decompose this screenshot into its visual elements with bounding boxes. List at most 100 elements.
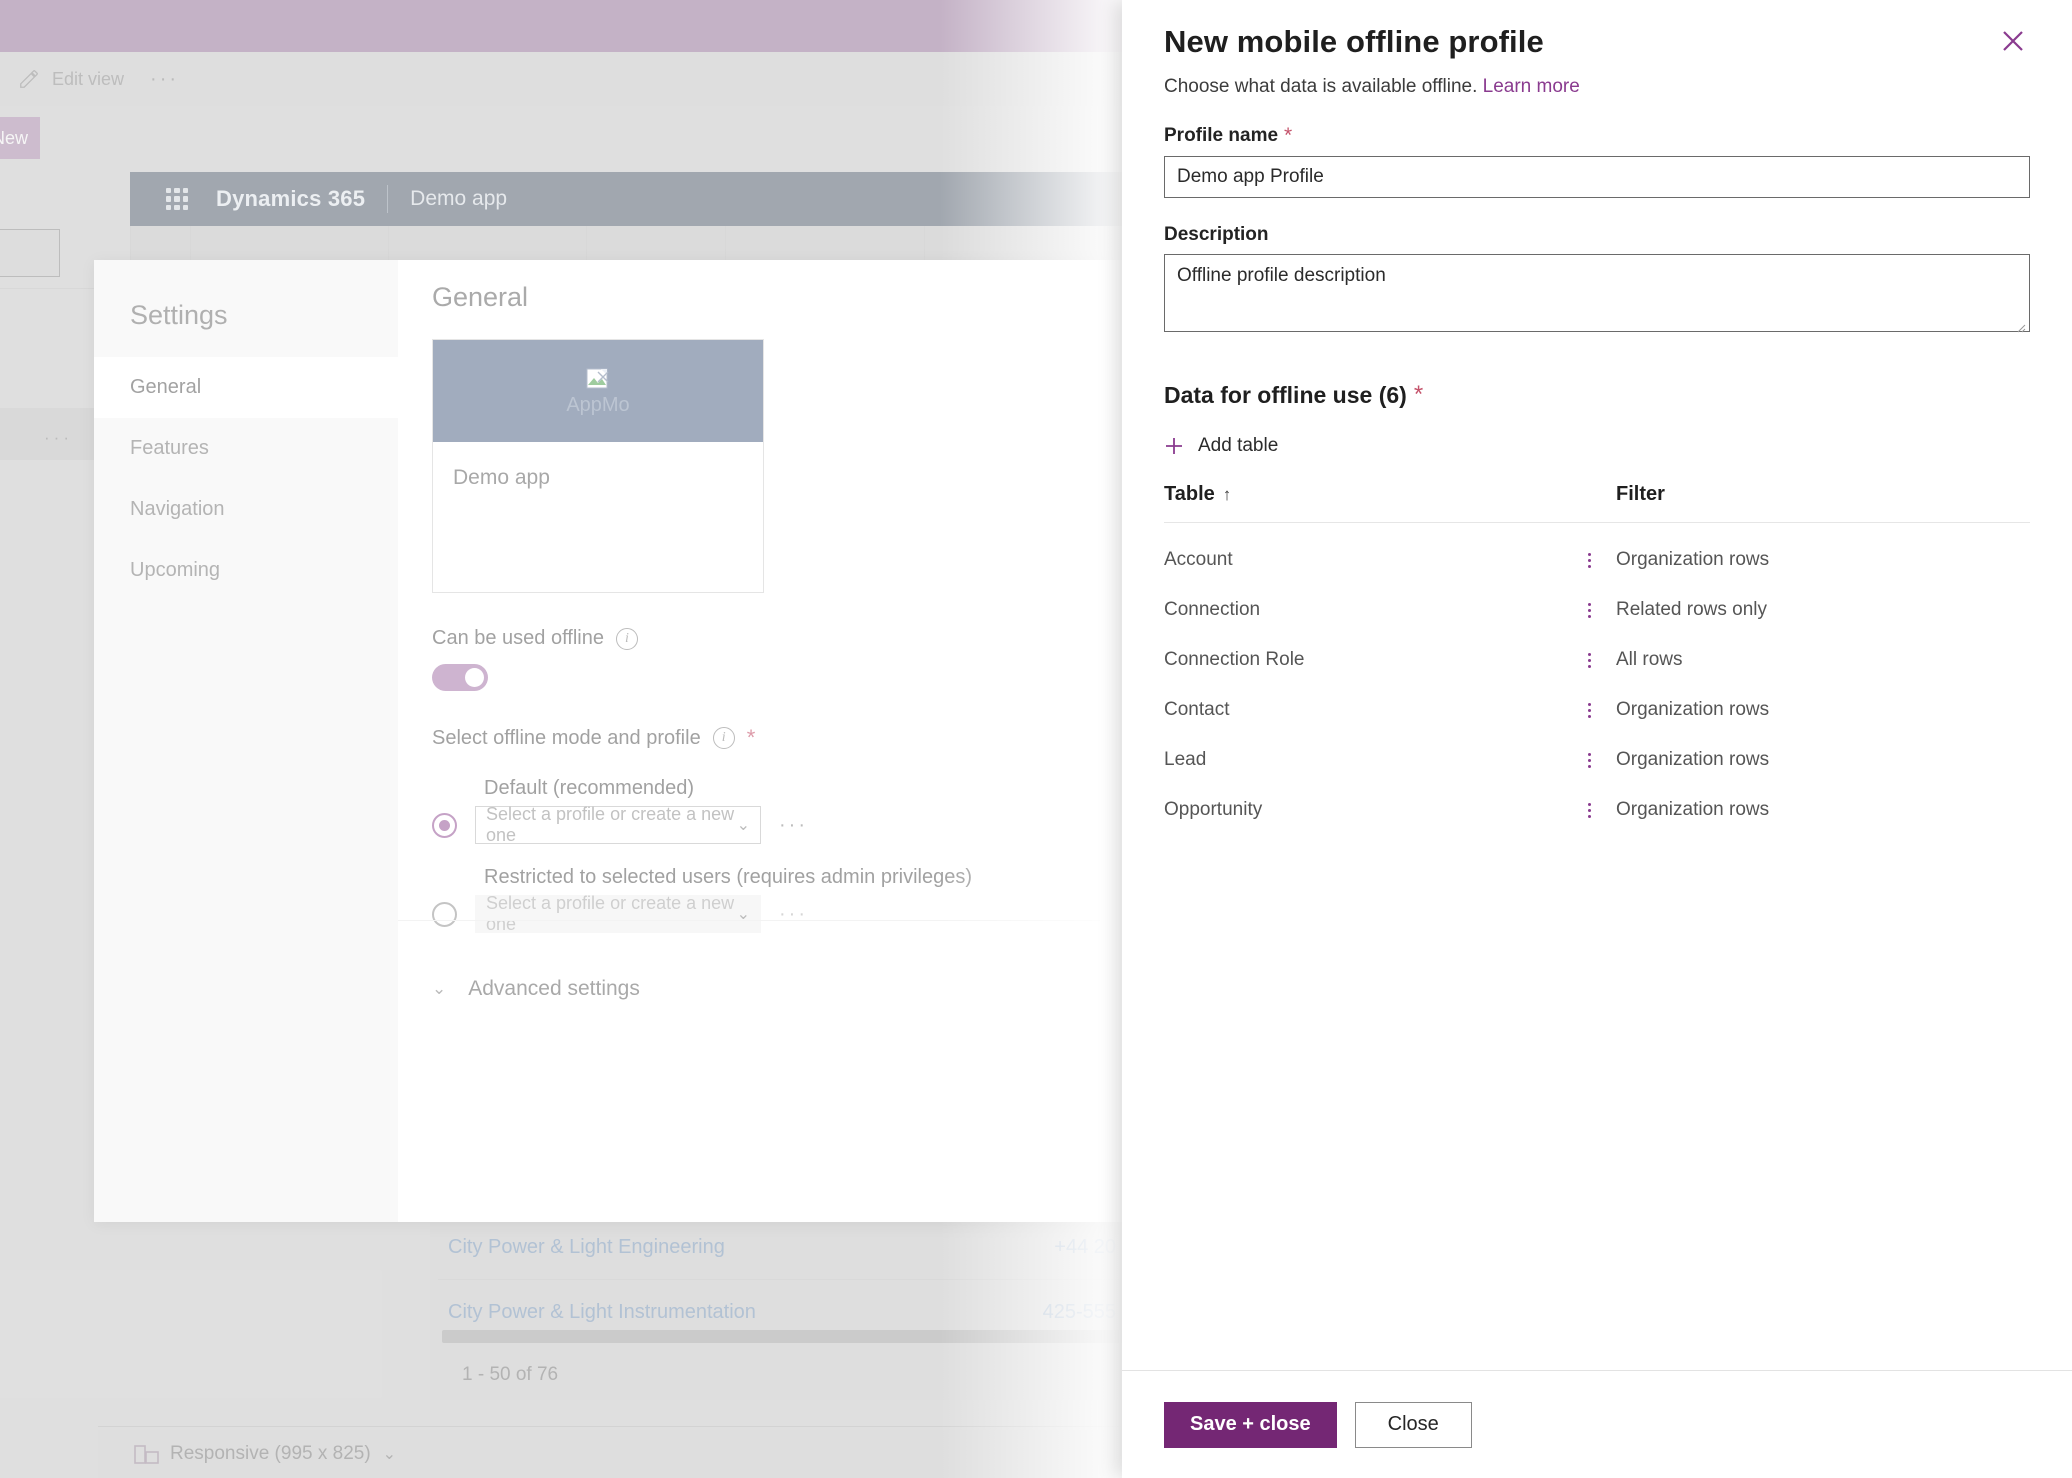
radio-default[interactable] — [432, 812, 457, 838]
table-header-row: Table ↑ Filter — [1164, 483, 2030, 523]
app-image-alt-text: AppMo — [566, 393, 630, 416]
app-preview-card: AppMo Demo app — [432, 339, 764, 593]
cell-table-name: Lead — [1164, 749, 1207, 770]
row-menu-icon[interactable] — [1562, 552, 1616, 568]
table-row[interactable]: Contact Organization rows — [1164, 685, 2030, 735]
info-icon[interactable]: i — [615, 627, 638, 650]
radio-option-restricted-label: Restricted to selected users (requires a… — [484, 866, 972, 888]
profile-name-label-text: Profile name — [1164, 125, 1279, 146]
offline-data-table: Table ↑ Filter Account Organization rows… — [1164, 483, 2030, 835]
cell-filter: Organization rows — [1616, 699, 1770, 720]
settings-sidebar: Settings General Features Navigation Upc… — [94, 260, 398, 1222]
row-menu-icon[interactable] — [1562, 652, 1616, 668]
table-row[interactable]: Opportunity Organization rows — [1164, 785, 2030, 835]
responsive-size-label[interactable]: Responsive (995 x 825) — [170, 1443, 371, 1465]
sidebar-item-features[interactable]: Features — [94, 418, 398, 479]
profile-combo-restricted-placeholder: Select a profile or create a new one — [486, 893, 735, 934]
column-header-table[interactable]: Table ↑ — [1164, 483, 1616, 506]
advanced-settings-toggle[interactable]: ⌄ Advanced settings — [432, 977, 1130, 1001]
account-phone: 425-555 — [1042, 1300, 1116, 1323]
settings-dialog-title: Settings — [130, 300, 228, 330]
cell-table-name: Connection — [1164, 599, 1261, 620]
close-icon[interactable] — [1996, 24, 2030, 58]
chevron-down-icon: ⌄ — [736, 817, 750, 834]
profile-combo-restricted: Select a profile or create a new one ⌄ — [475, 893, 761, 934]
cell-filter: Organization rows — [1616, 799, 1770, 820]
sort-ascending-icon: ↑ — [1222, 484, 1232, 504]
command-overflow-icon[interactable]: ··· — [150, 68, 179, 91]
new-record-button[interactable]: New — [0, 117, 40, 159]
sidebar-item-navigation[interactable]: Navigation — [94, 479, 398, 540]
table-row[interactable]: Account Organization rows — [1164, 535, 2030, 585]
data-section-title-text: Data for offline use (6) — [1164, 381, 1407, 408]
panel-title: New mobile offline profile — [1164, 24, 1544, 59]
required-marker: * — [1413, 381, 1424, 408]
sidebar-item-upcoming[interactable]: Upcoming — [94, 540, 398, 601]
advanced-settings-divider — [398, 920, 1100, 921]
row-menu-icon[interactable] — [1562, 752, 1616, 768]
cell-filter: Related rows only — [1616, 599, 1768, 620]
waffle-icon[interactable] — [166, 188, 188, 210]
chevron-down-icon[interactable]: ⌄ — [383, 1444, 396, 1464]
profile-restricted-overflow-icon: ··· — [779, 902, 808, 925]
description-label-text: Description — [1164, 224, 1269, 245]
grid-horizontal-scrollbar[interactable] — [442, 1330, 1132, 1343]
table-row[interactable]: Connection Role All rows — [1164, 635, 2030, 685]
table-row[interactable]: Connection Related rows only — [1164, 585, 2030, 635]
radio-restricted[interactable] — [432, 901, 457, 927]
profile-name-label: Profile name * — [1164, 124, 2030, 148]
save-and-close-button[interactable]: Save + close — [1164, 1401, 1337, 1448]
cell-table-name: Account — [1164, 549, 1233, 570]
can-be-used-offline-label: Can be used offline — [432, 627, 604, 649]
chevron-down-icon: ⌄ — [736, 906, 750, 923]
responsive-layout-icon — [134, 1444, 159, 1464]
sidebar-item-general[interactable]: General — [94, 357, 398, 418]
info-icon[interactable]: i — [712, 727, 735, 749]
sidebar-item-label: General — [130, 376, 202, 398]
table-row[interactable]: Lead Organization rows — [1164, 735, 2030, 785]
dynamics-app-header: Dynamics 365 Demo app — [130, 172, 1122, 226]
app-card-body: Demo app — [433, 442, 763, 592]
status-bar-divider — [98, 1426, 1122, 1427]
browser-top-banner — [0, 0, 1122, 52]
sidebar-item-label: Features — [130, 437, 209, 459]
column-header-filter[interactable]: Filter — [1616, 483, 2030, 506]
learn-more-link[interactable]: Learn more — [1483, 76, 1580, 97]
row-menu-icon[interactable] — [1562, 602, 1616, 618]
record-count-label: 1 - 50 of 76 — [462, 1364, 559, 1385]
sidebar-item-label: Navigation — [130, 498, 225, 520]
close-button[interactable]: Close — [1354, 1401, 1472, 1448]
cell-table-name: Contact — [1164, 699, 1230, 720]
radio-option-restricted-row: Select a profile or create a new one ⌄ ·… — [432, 893, 1130, 934]
profile-combo-default[interactable]: Select a profile or create a new one ⌄ — [475, 804, 761, 845]
row-overflow-icon[interactable]: ··· — [44, 428, 73, 448]
edit-view-label[interactable]: Edit view — [52, 69, 124, 90]
panel-footer: Save + close Close — [1122, 1370, 2072, 1478]
account-phone: +44 20 — [1054, 1235, 1116, 1258]
account-name-link[interactable]: City Power & Light Instrumentation — [448, 1301, 756, 1324]
advanced-settings-label: Advanced settings — [468, 977, 640, 1000]
settings-content: General AppMo Demo app Can be used offli… — [398, 260, 1130, 1222]
sidebar-item-label: Upcoming — [130, 559, 221, 581]
account-name-link[interactable]: City Power & Light Engineering — [448, 1236, 725, 1259]
description-textarea[interactable] — [1164, 254, 2030, 332]
row-menu-icon[interactable] — [1562, 702, 1616, 718]
column-header-table-label: Table — [1164, 483, 1215, 505]
panel-body: New mobile offline profile Choose what d… — [1122, 0, 2072, 1370]
radio-option-default-row: Select a profile or create a new one ⌄ ·… — [432, 804, 1130, 845]
row-menu-icon[interactable] — [1562, 802, 1616, 818]
offline-mode-row: Select offline mode and profile i * — [432, 725, 1130, 751]
offline-mode-label: Select offline mode and profile — [432, 726, 701, 749]
table-row[interactable]: City Power & Light Engineering +44 20 — [430, 1215, 1130, 1279]
panel-header: New mobile offline profile — [1164, 24, 2030, 60]
panel-subtitle: Choose what data is available offline. L… — [1164, 76, 2030, 98]
left-partial-panel — [0, 229, 60, 277]
cell-filter: Organization rows — [1616, 749, 1770, 770]
offline-mode-radio-group: Default (recommended) Select a profile o… — [432, 777, 1130, 934]
profile-default-overflow-icon[interactable]: ··· — [779, 814, 808, 837]
profile-name-input[interactable] — [1164, 156, 2030, 198]
cell-filter: All rows — [1616, 649, 1683, 670]
can-be-used-offline-row: Can be used offline i — [432, 627, 1130, 650]
add-table-button[interactable]: Add table — [1164, 435, 2030, 457]
can-be-used-offline-toggle[interactable] — [432, 664, 488, 691]
